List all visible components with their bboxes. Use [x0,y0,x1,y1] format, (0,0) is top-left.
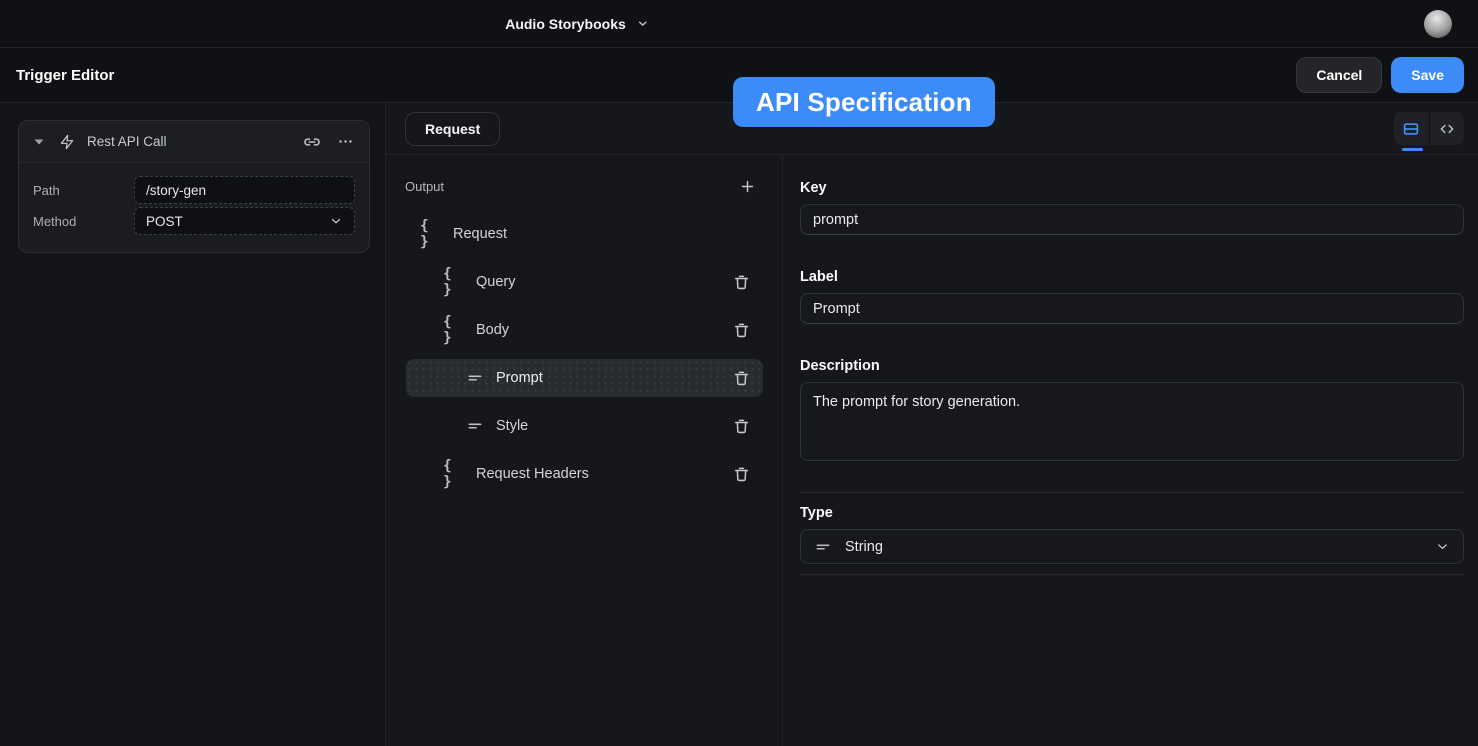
tree-item-label: Style [496,418,528,434]
delete-icon[interactable] [732,465,751,484]
tree-item-label: Request [453,226,507,242]
object-braces-icon: { } [443,458,467,490]
method-value: POST [146,214,183,229]
active-view-indicator [1402,148,1423,151]
tree-item-request-headers[interactable]: { } Request Headers [406,455,763,493]
cancel-button[interactable]: Cancel [1296,57,1382,93]
code-view-toggle[interactable] [1429,112,1465,145]
description-label: Description [800,358,1464,374]
save-button[interactable]: Save [1391,57,1464,93]
method-label: Method [33,214,134,229]
tree-item-style[interactable]: Style [406,407,763,445]
path-label: Path [33,183,134,198]
content-area: Rest API Call Path [0,103,1478,746]
delete-icon[interactable] [732,369,751,388]
form-rows-icon [1402,120,1420,138]
form-view-toggle[interactable] [1394,112,1429,145]
path-input-wrap [134,176,355,204]
chevron-down-icon [636,17,649,30]
node-title: Rest API Call [87,134,167,149]
delete-icon[interactable] [732,321,751,340]
workspace-switcher[interactable]: Audio Storybooks [505,16,649,32]
add-field-button[interactable] [739,178,756,195]
link-icon[interactable] [302,132,322,152]
object-braces-icon: { } [420,218,444,250]
tree-item-prompt[interactable]: Prompt [406,359,763,397]
tab-request[interactable]: Request [405,112,500,146]
path-input[interactable] [146,183,343,198]
output-section-label: Output [405,179,444,194]
label-input[interactable] [800,293,1464,324]
tree-item-label: Request Headers [476,466,589,482]
divider [800,492,1464,493]
string-type-icon [814,538,832,556]
tree-item-body[interactable]: { } Body [406,311,763,349]
method-select[interactable]: POST [134,207,355,235]
description-textarea[interactable]: The prompt for story generation. [800,382,1464,461]
tree-item-label: Prompt [496,370,543,386]
node-card-body: Path Method POST [19,163,369,252]
type-select[interactable]: String [800,529,1464,564]
key-input[interactable] [800,204,1464,235]
chevron-down-icon [329,214,343,228]
code-icon [1438,120,1456,138]
main-area: Request Output [386,103,1478,746]
rest-api-call-node-card: Rest API Call Path [18,120,370,253]
divider [800,574,1464,575]
lightning-icon [59,134,75,150]
object-braces-icon: { } [443,266,467,298]
tree-item-request[interactable]: { } Request [406,215,763,253]
api-specification-badge: API Specification [733,77,995,127]
delete-icon[interactable] [732,273,751,292]
tree-item-label: Query [476,274,516,290]
page-title: Trigger Editor [16,67,114,84]
type-label: Type [800,505,1464,521]
more-options-icon[interactable] [337,133,354,150]
field-detail-panel: Key Label Description The prompt for sto… [783,155,1478,746]
object-braces-icon: { } [443,314,467,346]
tree-item-query[interactable]: { } Query [406,263,763,301]
string-type-icon [463,417,487,435]
delete-icon[interactable] [732,417,751,436]
node-card-header: Rest API Call [19,121,369,163]
type-value: String [845,539,883,555]
schema-tree-panel: Output { } Request { } Query [386,155,783,746]
trigger-node-panel: Rest API Call Path [0,103,386,746]
workspace-name: Audio Storybooks [505,16,626,32]
chevron-down-icon [1435,539,1450,554]
user-avatar[interactable] [1424,10,1452,38]
key-label: Key [800,180,1464,196]
collapse-caret-icon[interactable] [34,139,44,145]
label-label: Label [800,269,1464,285]
top-bar: Audio Storybooks [0,0,1478,48]
string-type-icon [463,369,487,387]
tree-item-label: Body [476,322,509,338]
view-mode-toggle [1394,112,1464,145]
